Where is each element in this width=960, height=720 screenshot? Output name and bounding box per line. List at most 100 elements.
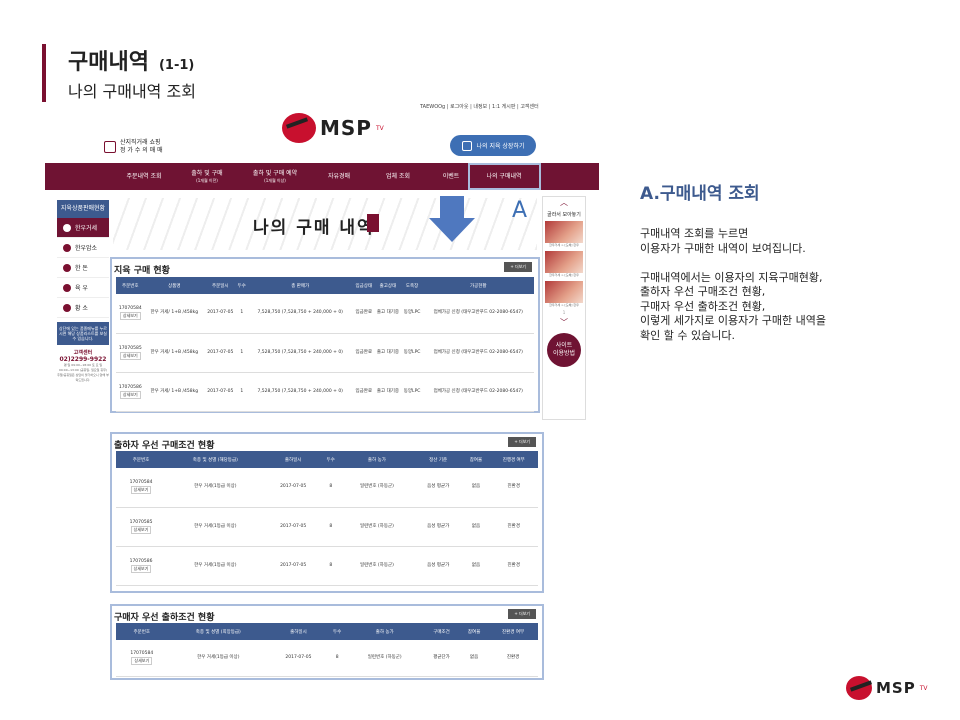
cell-value: 업체가공 신청 (태우고반푸드 02-2080-6547) bbox=[433, 349, 523, 355]
sidebar-item-hanwoo-steer[interactable]: 한우거세 bbox=[57, 218, 109, 238]
sidebar-item-beef-cattle[interactable]: 육 우 bbox=[57, 278, 109, 298]
cell-value: 한우 거세(1등급 이상) bbox=[194, 523, 237, 529]
site-logo[interactable]: MSP TV bbox=[282, 113, 384, 143]
thumbnail-caption: 한우거세 > [도체] 한우 bbox=[549, 243, 579, 247]
cell-value: 2017-07-05 bbox=[280, 562, 307, 568]
table-cell: 없음 bbox=[462, 468, 490, 508]
column-header: 출고상태 bbox=[374, 277, 402, 294]
table-cell: 17070585 상세보기 bbox=[116, 507, 167, 547]
panel-title: 구매자 우선 출하조건 현황 bbox=[114, 613, 215, 623]
column-header: 출하 농가 bbox=[339, 451, 414, 468]
table-cell: 없음 bbox=[460, 640, 489, 677]
logo-mark-icon bbox=[846, 676, 872, 700]
product-thumbnail[interactable] bbox=[545, 251, 583, 273]
buyer-pref-table: 주문번호 축종 및 성별 (희망등급) 출하일시 두수 출하 농가 구매조건 참여율 진환경 … bbox=[116, 623, 538, 677]
column-header: 축종 및 성별 (해당등급) bbox=[166, 451, 265, 468]
detail-button[interactable]: 상세보기 bbox=[130, 564, 152, 573]
buyer-pref-panel: 구매자 우선 출하조건 현황 + 더보기 주문번호 축종 및 성별 (희망등급) 출… bbox=[110, 604, 544, 680]
column-header: 출하 농가 bbox=[346, 623, 423, 640]
slide: 구매내역 (1-1) 나의 구매내역 조회 TAEWOOg | 로그아웃 | 내정… bbox=[0, 0, 960, 720]
detail-button[interactable]: 상세보기 bbox=[119, 390, 141, 399]
nav-item-ship-buy[interactable]: 출하 및 구매 (1개월 이전) bbox=[191, 170, 222, 184]
utility-links[interactable]: TAEWOOg | 로그아웃 | 내정보 | 1:1 게시판 | 고객센터 bbox=[420, 103, 539, 110]
table-cell: 2017-07-05 bbox=[203, 294, 237, 334]
description-body: 구매내역 조회를 누르면 이용자가 구매한 내역이 보여집니다. 구매내역에서는 이… bbox=[640, 227, 940, 343]
cell-value: 2017-07-05 bbox=[207, 310, 234, 316]
description-line bbox=[640, 256, 940, 271]
table-row[interactable]: 17070584 상세보기 한우 거세(1등급 이상) 2017-07-05 8 일련번호… bbox=[116, 640, 538, 677]
table-row[interactable]: 17070585 상세보기 한우 거세(1등급 이상) 2017-07-05 8 일련번호… bbox=[116, 507, 538, 547]
cs-note: 주말/공휴일은 상담이 불가하오니 양해 부탁드립니다. bbox=[57, 373, 109, 382]
product-thumbnail[interactable] bbox=[545, 221, 583, 243]
nav-item-event[interactable]: 이벤트 bbox=[443, 173, 460, 180]
detail-button[interactable]: 상세보기 bbox=[119, 351, 141, 360]
cell-value: 출고 대기중 bbox=[376, 310, 399, 316]
cell-value: 2017-07-05 bbox=[280, 523, 307, 529]
sidebar-header: 지육상품판매현황 bbox=[57, 200, 109, 218]
table-cell: 업체가공 신청 (태우고반푸드 02-2080-6547) bbox=[422, 372, 534, 412]
more-button[interactable]: + 더보기 bbox=[504, 262, 532, 272]
table-row[interactable]: 17070585 상세보기 한우 거세/ 1+B /458kg 2017-07-05 1… bbox=[116, 333, 534, 373]
down-arrow-icon bbox=[440, 196, 464, 220]
nav-item-reservation[interactable]: 출하 및 구매 예약 (1개월 이상) bbox=[253, 170, 297, 184]
cell-value: 한우 거세/ 1+B /458kg bbox=[150, 388, 199, 394]
table-cell: 8 bbox=[321, 546, 340, 586]
cell-value: 한우 거세(1등급 이상) bbox=[197, 654, 240, 660]
cell-value: 업체가공 신청 (태우고반푸드 02-2080-6547) bbox=[433, 310, 523, 316]
cell-value: 7,528,750 (7,528,750 + 240,000 + 0) bbox=[257, 349, 343, 355]
usage-line-2: 이용방법 bbox=[552, 350, 576, 357]
title-accent-bar bbox=[42, 44, 46, 102]
table-row[interactable]: 17070584 상세보기 한우 거세(1등급 이상) 2017-07-05 8 일련번호… bbox=[116, 468, 538, 508]
nav-item-order-history[interactable]: 주문내역 조회 bbox=[126, 173, 161, 180]
table-cell: 2017-07-05 bbox=[264, 468, 322, 508]
description-line: 이렇게 세가지로 이용자가 구매한 내역을 bbox=[640, 314, 827, 327]
clipboard-icon bbox=[461, 140, 472, 151]
description-line: 이용자가 구매한 내역이 보여집니다. bbox=[640, 241, 806, 255]
cell-value: 평균단가 bbox=[433, 654, 450, 660]
description-title: A.구매내역 조회 bbox=[640, 184, 760, 204]
table-cell: 한우 거세/ 1+B /458kg bbox=[144, 372, 204, 412]
nav-label: 주문내역 조회 bbox=[126, 173, 162, 180]
table-row[interactable]: 17070586 상세보기 한우 거세/ 1+B /458kg 2017-07-05 1… bbox=[116, 372, 534, 412]
site-usage-button[interactable]: 사이트 이용방법 bbox=[547, 333, 581, 367]
my-listing-button[interactable]: 나의 지육 상장하기 bbox=[450, 135, 536, 156]
cell-value: 일련번호 (하동군) bbox=[359, 484, 394, 490]
nav-highlight-box bbox=[468, 163, 541, 190]
cell-value: 진환경 bbox=[507, 484, 520, 490]
table-cell: 음성 평균가 bbox=[413, 507, 463, 547]
table-cell: 한우 거세(1등급 이상) bbox=[166, 468, 265, 508]
more-button[interactable]: + 더보기 bbox=[508, 609, 536, 619]
column-header: 두수 bbox=[321, 451, 340, 468]
nav-item-company[interactable]: 업체 조회 bbox=[386, 173, 410, 180]
pager[interactable]: 1 bbox=[543, 310, 585, 315]
table-row[interactable]: 17070584 상세보기 한우 거세/ 1+B /458kg 2017-07-05 1… bbox=[116, 294, 534, 334]
table-header-row: 주문번호 축종 및 성별 (희망등급) 출하일시 두수 출하 농가 구매조건 참여율 진환경 … bbox=[116, 623, 538, 640]
wishlist-title: 골라서 모아놓기 bbox=[547, 212, 581, 218]
cattle-icon bbox=[63, 283, 71, 292]
sidebar-item-bull[interactable]: 황 소 bbox=[57, 298, 109, 318]
product-thumbnail[interactable] bbox=[545, 281, 583, 303]
nav-item-auction[interactable]: 자유경매 bbox=[328, 173, 350, 180]
table-row[interactable]: 17070586 상세보기 한우 거세(1등급 이상) 2017-07-05 8 일련번호… bbox=[116, 546, 538, 586]
table-cell: 8 bbox=[321, 468, 340, 508]
cell-value: 진환경 bbox=[506, 654, 520, 660]
cert-line-1: 산지직거래 쇼핑 bbox=[120, 139, 161, 146]
sidebar-item-pork[interactable]: 한 돈 bbox=[57, 258, 109, 278]
cell-value: 7,528,750 (7,528,750 + 240,000 + 0) bbox=[257, 388, 343, 394]
table-cell: 한우 거세(1등급 이상) bbox=[166, 546, 265, 586]
detail-button[interactable]: 상세보기 bbox=[131, 656, 153, 665]
more-button[interactable]: + 더보기 bbox=[508, 437, 536, 447]
detail-button[interactable]: 상세보기 bbox=[119, 312, 141, 321]
chevron-up-icon[interactable]: ︿ bbox=[543, 197, 585, 209]
table-cell: 17070584 상세보기 bbox=[116, 468, 167, 508]
cell-value: 2017-07-05 bbox=[207, 349, 234, 355]
purchase-status-panel: 지육 구매 현황 + 더보기 주문번호 상품명 주문일시 두수 총 판매가 입금상태 출고상… bbox=[110, 257, 540, 413]
description-line: 구매내역 조회를 누르면 bbox=[640, 227, 749, 240]
chevron-down-icon[interactable]: ﹀ bbox=[543, 317, 585, 329]
sidebar-item-hanwoo-cow[interactable]: 한우암소 bbox=[57, 238, 109, 258]
table-cell: 일련번호 (하동군) bbox=[346, 640, 423, 677]
detail-button[interactable]: 상세보기 bbox=[130, 486, 152, 495]
detail-button[interactable]: 상세보기 bbox=[130, 525, 152, 534]
table-cell: 입금완료 bbox=[353, 294, 375, 334]
column-header: 출하일시 bbox=[269, 623, 328, 640]
